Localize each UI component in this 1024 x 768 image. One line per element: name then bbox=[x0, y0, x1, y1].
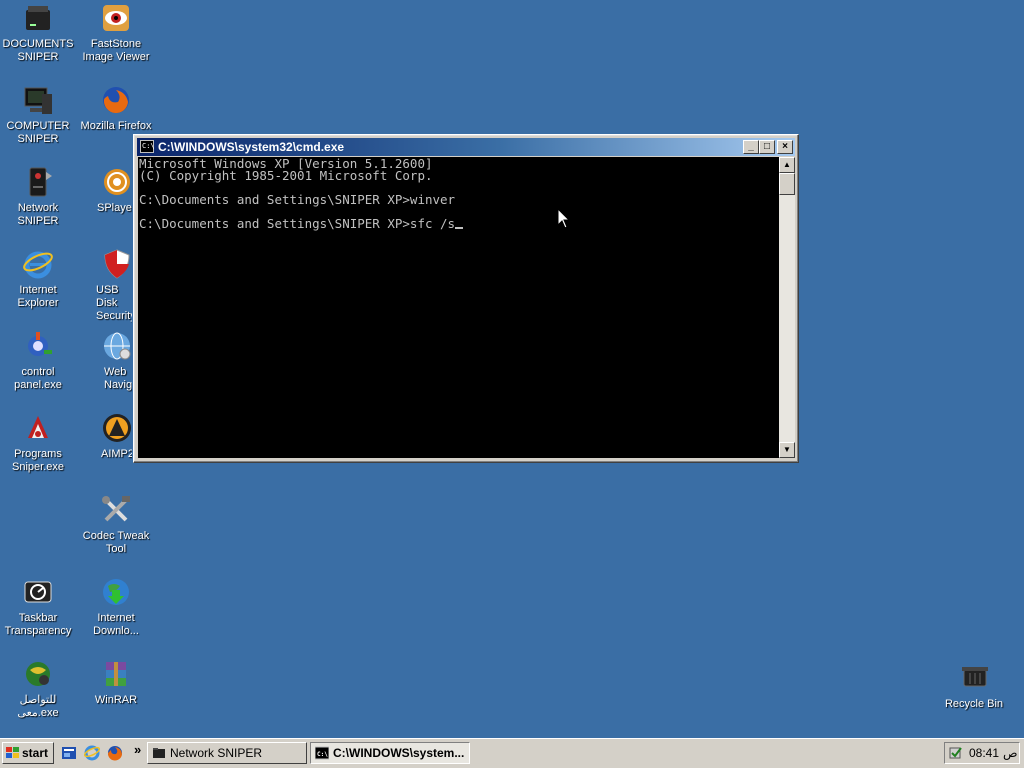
desktop-icon-control-panel[interactable]: control panel.exe bbox=[0, 330, 77, 392]
scroll-up-button[interactable]: ▲ bbox=[779, 157, 795, 173]
mouse-cursor-icon bbox=[557, 208, 571, 229]
recycle-bin-icon bbox=[958, 662, 990, 694]
text-cursor bbox=[455, 227, 464, 229]
desktop-icon-label: control panel.exe bbox=[14, 366, 62, 391]
desktop-icon-splayer[interactable]: SPlayer bbox=[77, 166, 132, 215]
clock-ampm: ص bbox=[1003, 746, 1018, 760]
desktop-icon-network-sniper[interactable]: Network SNIPER bbox=[0, 166, 77, 228]
taskbar-gauge-icon bbox=[22, 576, 54, 608]
desktop-icon-label: WinRAR bbox=[94, 694, 138, 706]
desktop-icon-label: للتواصل معى.exe bbox=[17, 694, 59, 719]
desktop-icon-faststone[interactable]: FastStone Image Viewer bbox=[77, 2, 155, 64]
desktop-icon-label: Programs Sniper.exe bbox=[12, 448, 64, 473]
desktop-icon-internet-download[interactable]: Internet Downlo... bbox=[77, 576, 155, 638]
network-drive-icon bbox=[22, 166, 54, 198]
computer-icon bbox=[22, 84, 54, 116]
desktop-icon-label: Codec Tweak Tool bbox=[82, 530, 150, 555]
desktop-icon-computer-sniper[interactable]: COMPUTER SNIPER bbox=[0, 84, 77, 146]
console-line: (C) Copyright 1985-2001 Microsoft Corp. bbox=[139, 168, 433, 183]
start-button[interactable]: start bbox=[2, 742, 54, 764]
system-tray: 08:41 ص bbox=[944, 742, 1020, 764]
desktop-icon-internet-explorer[interactable]: Internet Explorer bbox=[0, 248, 77, 310]
desktop-icon-documents-sniper[interactable]: DOCUMENTS SNIPER bbox=[0, 2, 77, 64]
quick-launch-firefox-icon[interactable] bbox=[107, 745, 123, 761]
windows-logo-icon bbox=[6, 747, 20, 759]
maximize-button[interactable]: □ bbox=[759, 140, 775, 154]
console-prompt-line: C:\Documents and Settings\SNIPER XP>sfc … bbox=[139, 216, 779, 231]
taskbar-task-network-sniper[interactable]: Network SNIPER bbox=[147, 742, 307, 764]
cmd-icon: C:\ bbox=[314, 746, 330, 760]
desktop-icon-web-navigator[interactable]: Web Navigator bbox=[77, 330, 132, 392]
desktop-icon-aimp2[interactable]: AIMP2 bbox=[77, 412, 132, 461]
internet-explorer-icon bbox=[22, 248, 54, 280]
close-button[interactable]: × bbox=[777, 140, 793, 154]
scroll-thumb[interactable] bbox=[779, 173, 795, 195]
programs-icon bbox=[22, 412, 54, 444]
desktop-icon-label: AIMP2 bbox=[101, 448, 132, 460]
cmd-icon: C:\ bbox=[140, 140, 155, 153]
tools-icon bbox=[100, 494, 132, 526]
start-label: start bbox=[22, 746, 49, 760]
desktop-icon-label: Internet Downlo... bbox=[93, 612, 139, 637]
desktop-icon-label: Recycle Bin bbox=[944, 698, 1004, 710]
desktop-icon-label: Internet Explorer bbox=[17, 284, 59, 309]
firefox-icon bbox=[100, 84, 132, 116]
tray-app-icon[interactable] bbox=[949, 746, 963, 760]
desktop-icon-label: Mozilla Firefox bbox=[80, 120, 152, 132]
taskbar: start » Network SNIPER C:\ C:\WINDOWS\sy… bbox=[0, 738, 1024, 768]
desktop-icon-firefox[interactable]: Mozilla Firefox bbox=[77, 84, 155, 133]
desktop-icon-winrar[interactable]: WinRAR bbox=[77, 658, 155, 707]
desktop-icon-label: Network SNIPER bbox=[17, 202, 59, 227]
scroll-down-button[interactable]: ▼ bbox=[779, 442, 795, 458]
quick-launch-explorer-icon[interactable] bbox=[61, 745, 77, 761]
desktop-icon-contact-exe[interactable]: للتواصل معى.exe bbox=[0, 658, 77, 720]
vertical-scrollbar[interactable]: ▲ ▼ bbox=[779, 157, 795, 458]
minimize-button[interactable]: _ bbox=[743, 140, 759, 154]
winrar-icon bbox=[100, 658, 132, 690]
task-label: Network SNIPER bbox=[170, 746, 263, 760]
desktop-icon-label: Taskbar Transparency bbox=[4, 612, 72, 637]
task-label: C:\WINDOWS\system... bbox=[333, 746, 465, 760]
faststone-eye-icon bbox=[100, 2, 132, 34]
desktop-icon-label: SPlayer bbox=[97, 202, 132, 214]
desktop-icon-label: Web Navigator bbox=[104, 366, 132, 391]
desktop-icon-label: FastStone Image Viewer bbox=[82, 38, 150, 63]
quick-launch-overflow[interactable]: » bbox=[134, 742, 141, 757]
desktop-icon-label: DOCUMENTS SNIPER bbox=[2, 38, 74, 63]
splayer-icon bbox=[101, 166, 132, 198]
console-output[interactable]: Microsoft Windows XP [Version 5.1.2600] … bbox=[138, 157, 779, 458]
desktop-icon-codec-tweak[interactable]: Codec Tweak Tool bbox=[77, 494, 155, 556]
cmd-titlebar[interactable]: C:\ C:\WINDOWS\system32\cmd.exe _ □ × bbox=[137, 138, 795, 156]
cmd-window[interactable]: C:\ C:\WINDOWS\system32\cmd.exe _ □ × Mi… bbox=[133, 134, 799, 463]
taskbar-task-cmd[interactable]: C:\ C:\WINDOWS\system... bbox=[310, 742, 470, 764]
hard-drive-icon bbox=[22, 2, 54, 34]
shield-icon bbox=[101, 248, 132, 280]
clock-time[interactable]: 08:41 bbox=[969, 743, 999, 763]
desktop-icon-label: USB Disk Security bbox=[96, 284, 132, 322]
desktop-icon-programs-sniper[interactable]: Programs Sniper.exe bbox=[0, 412, 77, 474]
window-title: C:\WINDOWS\system32\cmd.exe bbox=[158, 140, 345, 154]
console-line: C:\Documents and Settings\SNIPER XP>sfc … bbox=[139, 216, 456, 231]
desktop-icon-taskbar-transparency[interactable]: Taskbar Transparency bbox=[0, 576, 77, 638]
console-line: C:\Documents and Settings\SNIPER XP>winv… bbox=[139, 192, 456, 207]
svg-text:C:\: C:\ bbox=[317, 751, 328, 758]
control-panel-icon bbox=[22, 330, 54, 362]
folder-icon bbox=[152, 746, 166, 760]
desktop-icon-recycle-bin[interactable]: Recycle Bin bbox=[935, 662, 1013, 711]
aimp-icon bbox=[101, 412, 132, 444]
quick-launch-internet-explorer-icon[interactable] bbox=[83, 745, 101, 761]
desktop-icon-usb-disk-security[interactable]: USB Disk Security bbox=[77, 248, 132, 323]
download-globe-icon bbox=[100, 576, 132, 608]
desktop-icon-label: COMPUTER SNIPER bbox=[6, 120, 70, 145]
globe-icon bbox=[101, 330, 132, 362]
globe-user-icon bbox=[22, 658, 54, 690]
